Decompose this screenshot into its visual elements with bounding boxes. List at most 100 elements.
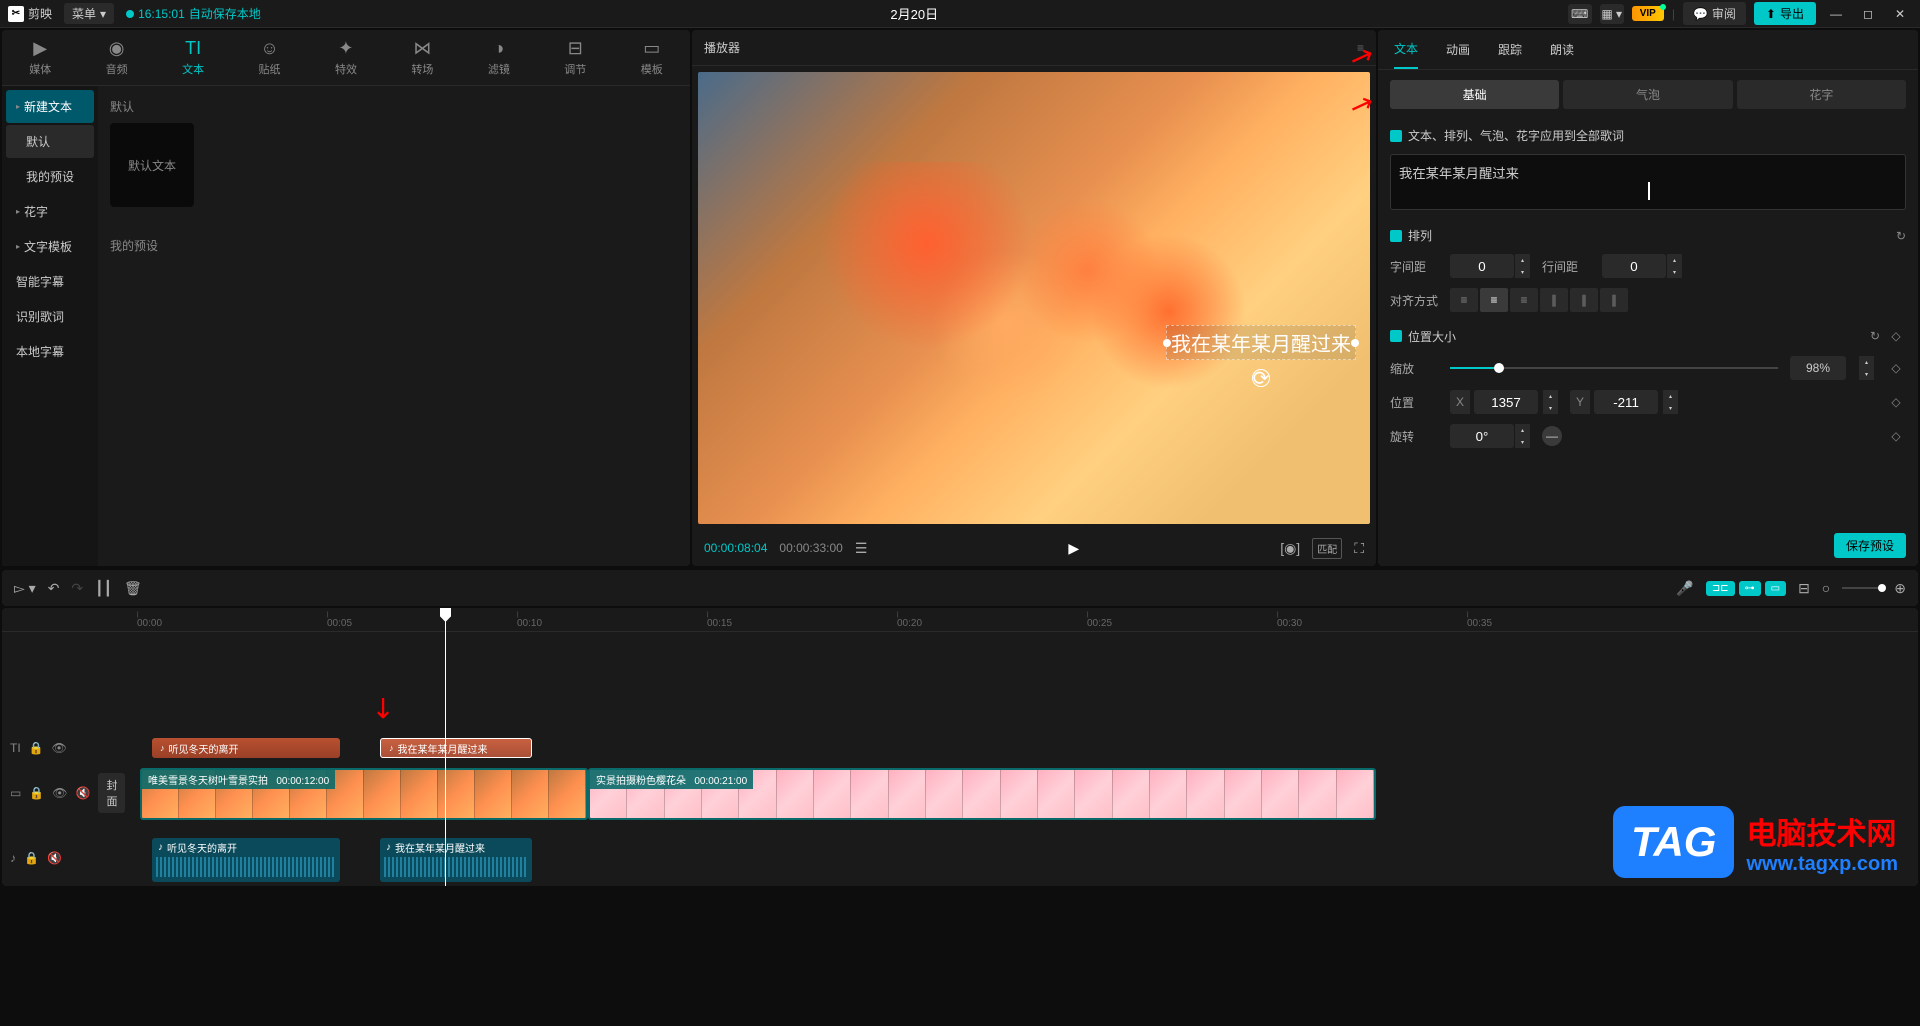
shortcut-icon[interactable]: ⌨: [1568, 4, 1592, 24]
text-clip[interactable]: ♪听见冬天的离开: [152, 738, 340, 758]
mute-icon[interactable]: 🔇: [47, 851, 62, 865]
stepper[interactable]: ▴▾: [1666, 254, 1682, 278]
video-viewport[interactable]: 我在某年某月醒过来 ⟳: [692, 66, 1376, 530]
reset-icon[interactable]: ↻: [1870, 329, 1880, 343]
maximize-button[interactable]: ◻: [1856, 2, 1880, 26]
checkbox-icon[interactable]: [1390, 130, 1402, 142]
eye-icon[interactable]: 👁: [52, 741, 67, 755]
tab-effect[interactable]: ✦特效: [308, 30, 384, 85]
stepper[interactable]: ▴▾: [1542, 390, 1558, 414]
default-text-thumb[interactable]: 默认文本: [110, 123, 194, 207]
resize-handle-left[interactable]: [1163, 339, 1171, 347]
sidebar-item-smartsub[interactable]: 智能字幕: [6, 265, 94, 298]
mute-icon[interactable]: 🔇: [76, 786, 91, 800]
compare-icon[interactable]: [◉]: [1280, 540, 1300, 557]
insp-tab-track[interactable]: 跟踪: [1498, 31, 1522, 68]
scale-slider[interactable]: [1450, 367, 1778, 369]
rotation-dial[interactable]: —: [1542, 426, 1562, 446]
save-preset-button[interactable]: 保存预设: [1834, 533, 1906, 558]
text-clip-selected[interactable]: ♪我在某年某月醒过来: [380, 738, 532, 758]
stepper[interactable]: ▴▾: [1514, 424, 1530, 448]
keyframe-icon[interactable]: ◇: [1886, 392, 1906, 412]
lock-icon[interactable]: 🔒: [29, 741, 44, 755]
tab-adjust[interactable]: ⊟调节: [537, 30, 613, 85]
play-button[interactable]: ▶: [1068, 540, 1079, 557]
keyframe-icon[interactable]: ◇: [1886, 358, 1906, 378]
char-spacing-input[interactable]: [1450, 254, 1514, 278]
export-button[interactable]: ⬆ 导出: [1754, 2, 1816, 25]
lock-icon[interactable]: 🔒: [24, 851, 39, 865]
eye-icon[interactable]: 👁: [52, 786, 67, 800]
align-icon[interactable]: ⊟: [1798, 580, 1810, 597]
tab-media[interactable]: ▶媒体: [2, 30, 78, 85]
subtab-huazi[interactable]: 花字: [1737, 80, 1906, 109]
stepper[interactable]: ▴▾: [1858, 356, 1874, 380]
tab-sticker[interactable]: ☺贴纸: [231, 30, 307, 85]
magnet-on-icon[interactable]: ⊐⊏: [1706, 581, 1735, 596]
tab-transition[interactable]: ⋈转场: [384, 30, 460, 85]
undo-button[interactable]: ↶: [48, 580, 60, 597]
close-button[interactable]: ✕: [1888, 2, 1912, 26]
sidebar-item-texttpl[interactable]: ▸文字模板: [6, 230, 94, 263]
split-button[interactable]: ┃┃: [95, 580, 112, 597]
audio-clip-1[interactable]: ♪听见冬天的离开: [152, 838, 340, 882]
review-button[interactable]: 💬 审阅: [1683, 2, 1746, 25]
tab-filter[interactable]: ◑滤镜: [461, 30, 537, 85]
layout-icon[interactable]: ▦ ▾: [1600, 4, 1624, 24]
menu-button[interactable]: 菜单 ▾: [64, 3, 114, 24]
pos-x-input[interactable]: [1474, 390, 1538, 414]
sidebar-item-localsub[interactable]: 本地字幕: [6, 335, 94, 368]
insp-tab-text[interactable]: 文本: [1394, 30, 1418, 69]
preview-icon[interactable]: ▭: [1765, 581, 1786, 596]
delete-button[interactable]: 🗑: [124, 580, 142, 597]
subtab-basic[interactable]: 基础: [1390, 80, 1559, 109]
align-vbot-button[interactable]: ∥: [1600, 288, 1628, 312]
video-clip-1[interactable]: 唯美雪景冬天树叶雪景实拍 00:00:12:00: [140, 768, 588, 820]
sidebar-item-newtext[interactable]: ▸新建文本: [6, 90, 94, 123]
tab-audio[interactable]: ◉音频: [78, 30, 154, 85]
align-right-button[interactable]: ≡: [1510, 288, 1538, 312]
sidebar-item-lyrics[interactable]: 识别歌词: [6, 300, 94, 333]
zoom-slider[interactable]: [1842, 587, 1882, 589]
redo-button[interactable]: ↷: [71, 580, 83, 597]
align-center-button[interactable]: ≡: [1480, 288, 1508, 312]
mic-icon[interactable]: 🎤: [1676, 580, 1693, 597]
audio-clip-2[interactable]: ♪我在某年某月醒过来: [380, 838, 532, 882]
keyframe-icon[interactable]: ◇: [1886, 426, 1906, 446]
lock-icon[interactable]: 🔒: [29, 786, 44, 800]
sidebar-item-huazi[interactable]: ▸花字: [6, 195, 94, 228]
tab-template[interactable]: ▭模板: [614, 30, 690, 85]
insp-tab-read[interactable]: 朗读: [1550, 31, 1574, 68]
line-spacing-input[interactable]: [1602, 254, 1666, 278]
pos-y-input[interactable]: [1594, 390, 1658, 414]
player-menu-icon[interactable]: ≡: [1357, 41, 1364, 55]
vip-badge[interactable]: VIP: [1632, 6, 1664, 21]
text-overlay[interactable]: 我在某年某月醒过来 ⟳: [1166, 325, 1356, 360]
tab-text[interactable]: TI文本: [155, 30, 231, 85]
sidebar-item-mypreset[interactable]: 我的预设: [6, 160, 94, 193]
text-track[interactable]: ♪听见冬天的离开 ♪我在某年某月醒过来: [122, 732, 1918, 764]
align-vtop-button[interactable]: ∥: [1540, 288, 1568, 312]
rotate-handle[interactable]: ⟳: [1252, 369, 1270, 387]
minimize-button[interactable]: —: [1824, 2, 1848, 26]
align-left-button[interactable]: ≡: [1450, 288, 1478, 312]
list-icon[interactable]: ☰: [855, 540, 868, 557]
align-vmid-button[interactable]: ∥: [1570, 288, 1598, 312]
video-clip-2[interactable]: 实景拍摄粉色樱花朵 00:00:21:00: [588, 768, 1376, 820]
checkbox-icon[interactable]: [1390, 230, 1402, 242]
subtab-bubble[interactable]: 气泡: [1563, 80, 1732, 109]
insp-tab-anim[interactable]: 动画: [1446, 31, 1470, 68]
keyframe-icon[interactable]: ◇: [1886, 326, 1906, 346]
scale-value[interactable]: 98%: [1790, 356, 1846, 380]
reset-icon[interactable]: ↻: [1896, 229, 1906, 243]
select-tool[interactable]: ▻ ▾: [14, 580, 36, 597]
zoom-fit-icon[interactable]: ⊕: [1894, 580, 1906, 597]
stepper[interactable]: ▴▾: [1514, 254, 1530, 278]
link-icon[interactable]: ⊶: [1739, 581, 1761, 596]
apply-all-row[interactable]: 文本、排列、气泡、花字应用到全部歌词: [1390, 127, 1906, 144]
stepper[interactable]: ▴▾: [1662, 390, 1678, 414]
sidebar-item-default[interactable]: 默认: [6, 125, 94, 158]
resize-handle-right[interactable]: [1351, 339, 1359, 347]
time-ruler[interactable]: 00:00 00:05 00:10 00:15 00:20 00:25 00:3…: [2, 608, 1918, 632]
playhead[interactable]: [445, 608, 446, 886]
